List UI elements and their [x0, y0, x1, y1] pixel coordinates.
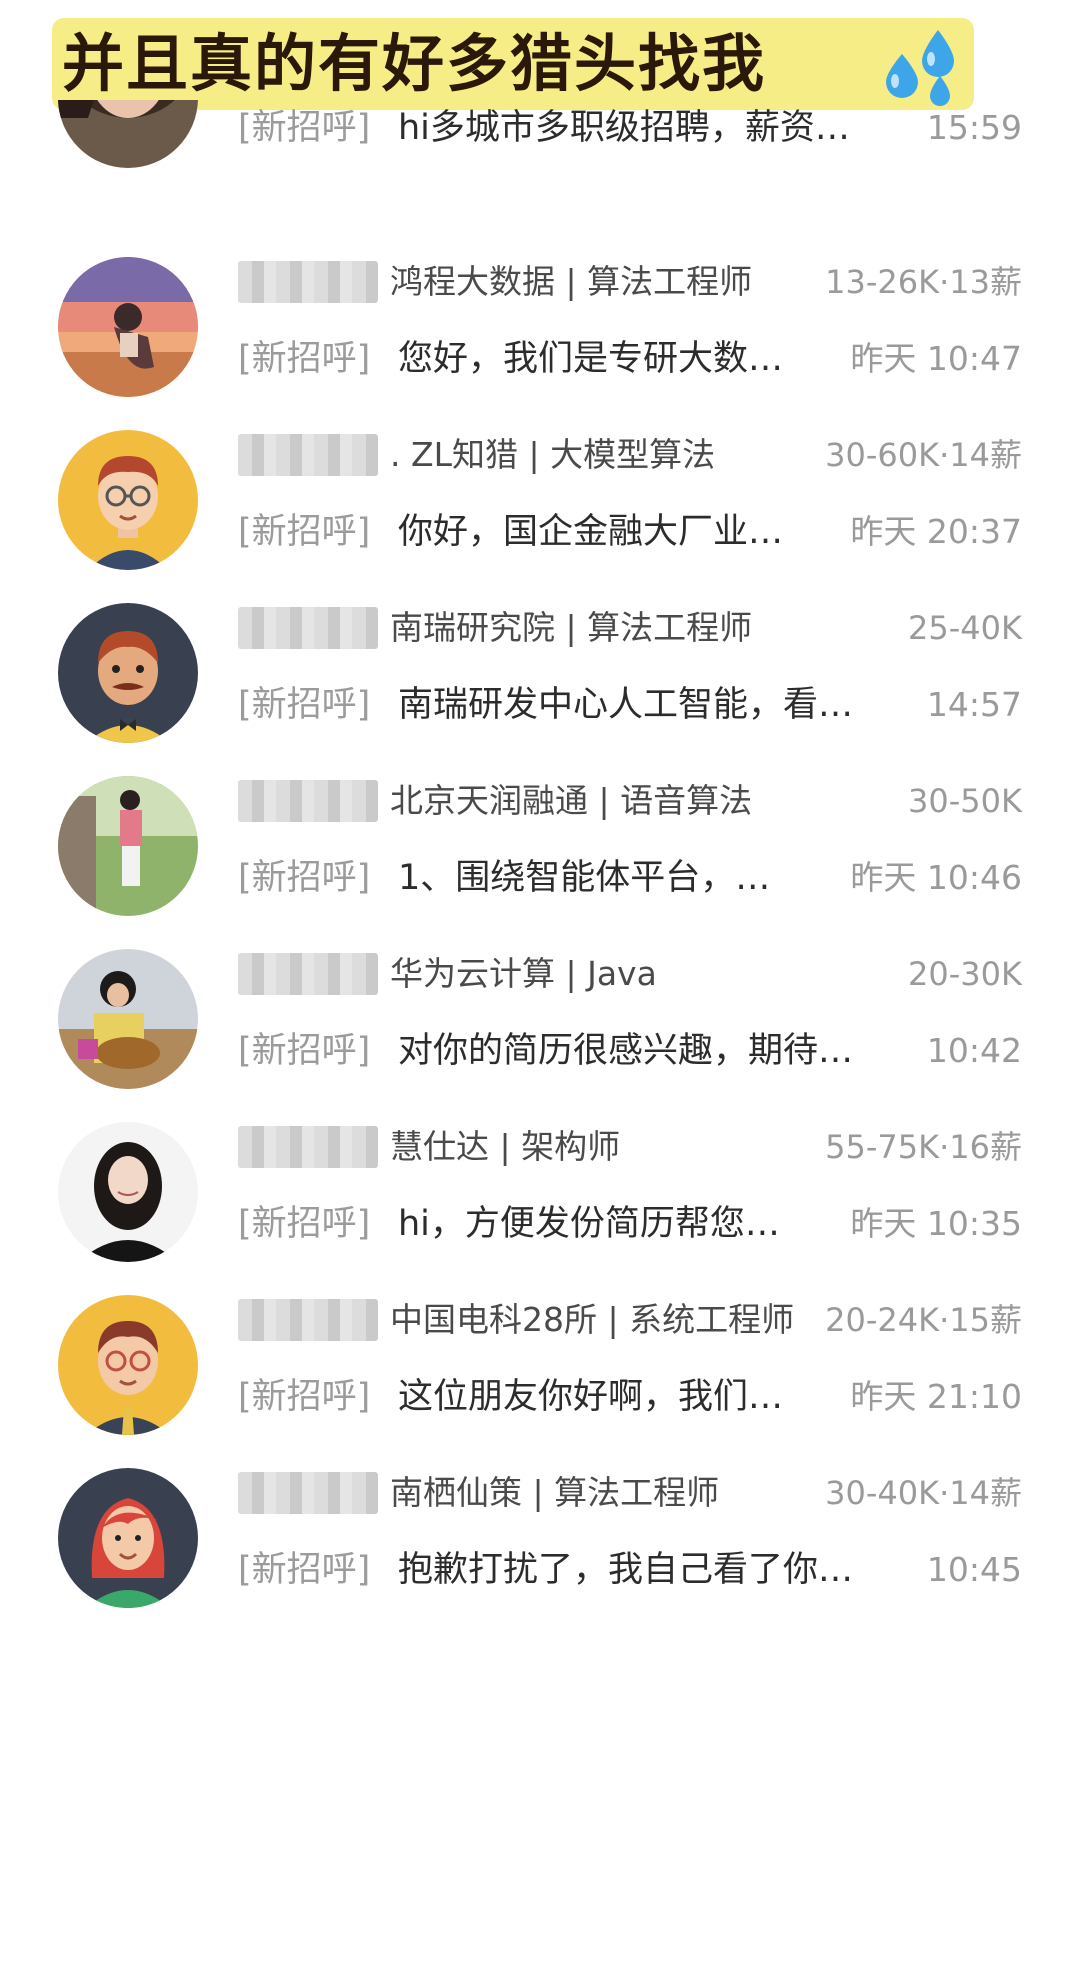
message-preview: 这位朋友你好啊，我们… — [398, 1377, 784, 1417]
message-preview: 您好，我们是专研大数… — [398, 339, 784, 379]
salary-range: 30-60K·14薪 — [825, 436, 1022, 474]
recruiter-info-line: 南瑞研究院 | 算法工程师 25-40K — [0, 603, 1080, 653]
company-position: 慧仕达 | 架构师 — [390, 1127, 621, 1166]
recruiter-info-line: 南栖仙策 | 算法工程师 30-40K·14薪 — [0, 1468, 1080, 1518]
message-time: 昨天 20:37 — [850, 512, 1022, 551]
message-preview-line: [新招呼] 这位朋友你好啊，我们… 昨天 21:10 — [0, 1369, 1080, 1425]
company-position: 南栖仙策 | 算法工程师 — [390, 1473, 720, 1512]
new-greeting-tag: [新招呼] — [238, 1031, 371, 1071]
recruiter-info-line: 北京天润融通 | 语音算法 30-50K — [0, 776, 1080, 826]
message-preview: 你好，国企金融大厂业… — [398, 512, 784, 552]
message-preview-line: [新招呼] 抱歉打扰了，我自己看了你… 10:45 — [0, 1542, 1080, 1598]
message-preview: 抱歉打扰了，我自己看了你… — [398, 1550, 854, 1590]
recruiter-info-line: 华为云计算 | Java 20-30K — [0, 949, 1080, 999]
company-position: 北京天润融通 | 语音算法 — [390, 781, 753, 820]
message-time: 10:42 — [926, 1031, 1022, 1070]
new-greeting-tag: [新招呼] — [238, 339, 371, 379]
message-preview-line: [新招呼] 您好，我们是专研大数… 昨天 10:47 — [0, 331, 1080, 387]
message-preview-line: [新招呼] 南瑞研发中心人工智能，看… 14:57 — [0, 677, 1080, 733]
recruiter-info-line: . ZL知猎 | 大模型算法 30-60K·14薪 — [0, 430, 1080, 480]
salary-range: 55-75K·16薪 — [825, 1128, 1022, 1166]
new-greeting-tag: [新招呼] — [238, 1550, 371, 1590]
recruiter-info-line: 慧仕达 | 架构师 55-75K·16薪 — [0, 1122, 1080, 1172]
blurred-recruiter-name — [238, 1472, 378, 1514]
company-position: 中国电科28所 | 系统工程师 — [390, 1300, 795, 1339]
salary-range: 13-26K·13薪 — [825, 263, 1022, 301]
blurred-recruiter-name — [238, 607, 378, 649]
message-time: 10:45 — [926, 1550, 1022, 1589]
company-position: . ZL知猎 | 大模型算法 — [390, 435, 716, 474]
new-greeting-tag: [新招呼] — [238, 1204, 371, 1244]
new-greeting-tag: [新招呼] — [238, 685, 371, 725]
message-time: 昨天 10:47 — [850, 339, 1022, 378]
salary-range: 25-40K — [908, 609, 1022, 647]
blurred-recruiter-name — [238, 953, 378, 995]
new-greeting-tag: [新招呼] — [238, 1377, 371, 1417]
salary-range: 20-30K — [908, 955, 1022, 993]
company-position: 鸿程大数据 | 算法工程师 — [390, 262, 753, 301]
message-preview: 南瑞研发中心人工智能，看… — [398, 685, 854, 725]
new-greeting-tag: [新招呼] — [238, 858, 371, 898]
message-preview-line: [新招呼] 1、围绕智能体平台，… 昨天 10:46 — [0, 850, 1080, 906]
message-preview: 1、围绕智能体平台，… — [398, 858, 771, 898]
salary-range: 30-40K·14薪 — [825, 1474, 1022, 1512]
message-preview: hi多城市多职级招聘，薪资… — [398, 108, 850, 148]
blurred-recruiter-name — [238, 1126, 378, 1168]
message-preview-line: [新招呼] hi，方便发份简历帮您… 昨天 10:35 — [0, 1196, 1080, 1252]
company-position: 华为云计算 | Java — [390, 954, 657, 993]
chat-list-item[interactable]: [新招呼] hi多城市多职级招聘，薪资… 15:59 — [0, 100, 1080, 198]
blurred-recruiter-name — [238, 434, 378, 476]
new-greeting-tag: [新招呼] — [238, 512, 371, 552]
salary-range: 20-24K·15薪 — [825, 1301, 1022, 1339]
blurred-recruiter-name — [238, 1299, 378, 1341]
message-time: 昨天 21:10 — [850, 1377, 1022, 1416]
recruiter-info-line: 鸿程大数据 | 算法工程师 13-26K·13薪 — [0, 257, 1080, 307]
recruiter-info-line: 中国电科28所 | 系统工程师 20-24K·15薪 — [0, 1295, 1080, 1345]
message-preview: 对你的简历很感兴趣，期待… — [398, 1031, 854, 1071]
message-preview-line: [新招呼] 你好，国企金融大厂业… 昨天 20:37 — [0, 504, 1080, 560]
sweat-droplets-icon — [886, 30, 954, 106]
message-preview-line: [新招呼] 对你的简历很感兴趣，期待… 10:42 — [0, 1023, 1080, 1079]
new-greeting-tag: [新招呼] — [238, 108, 371, 148]
message-time: 14:57 — [926, 685, 1022, 724]
company-position: 南瑞研究院 | 算法工程师 — [390, 608, 753, 647]
message-time: 15:59 — [926, 108, 1022, 147]
blurred-recruiter-name — [238, 780, 378, 822]
salary-range: 30-50K — [908, 782, 1022, 820]
caption-title: 并且真的有好多猎头找我 — [62, 27, 767, 100]
message-preview: hi，方便发份简历帮您… — [398, 1204, 780, 1244]
message-time: 昨天 10:46 — [850, 858, 1022, 897]
message-preview-line: [新招呼] hi多城市多职级招聘，薪资… 15:59 — [0, 100, 1080, 156]
blurred-recruiter-name — [238, 261, 378, 303]
message-time: 昨天 10:35 — [850, 1204, 1022, 1243]
chat-list-item[interactable]: 南栖仙策 | 算法工程师 30-40K·14薪 [新招呼] 抱歉打扰了，我自己看… — [0, 1432, 1080, 1651]
